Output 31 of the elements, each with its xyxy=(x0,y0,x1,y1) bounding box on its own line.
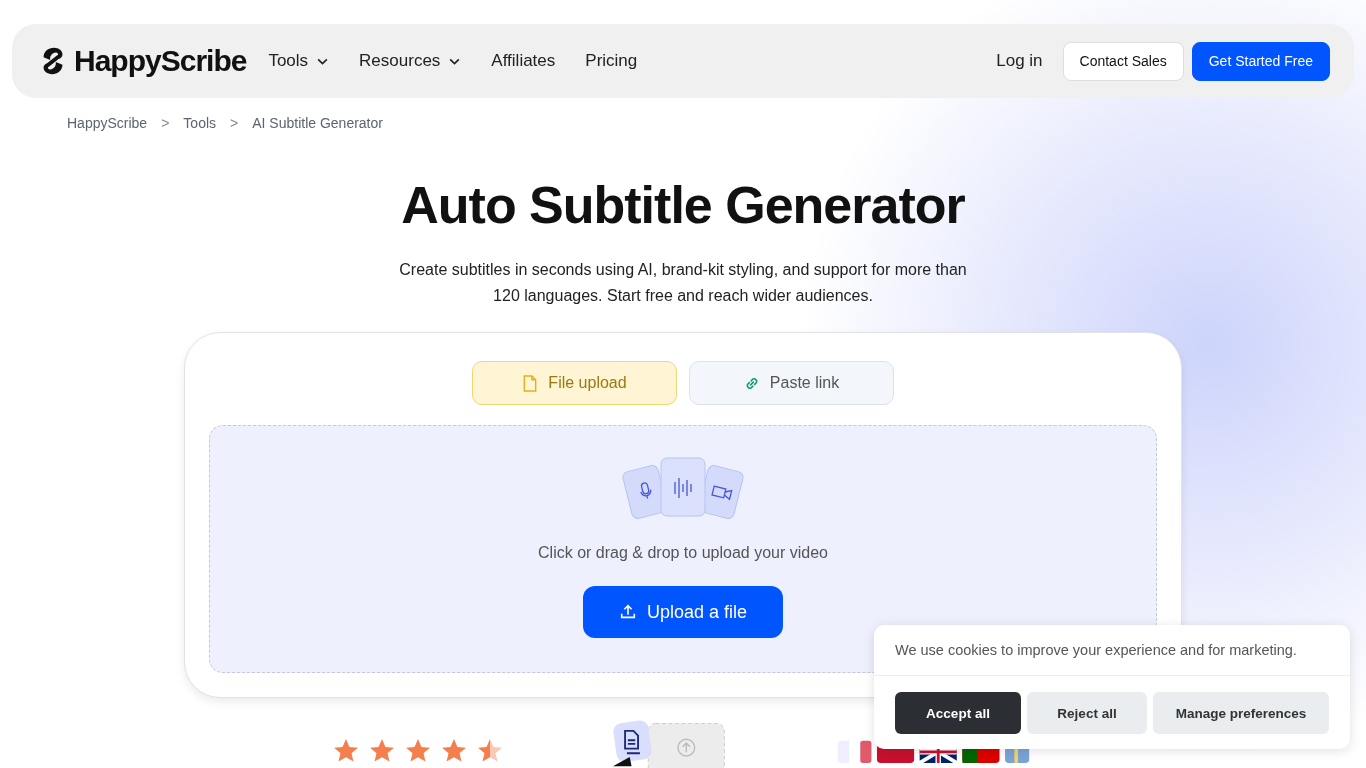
nav-link[interactable]: Affiliates xyxy=(491,51,556,71)
page-subtitle: Create subtitles in seconds using AI, brand-kit styling, and support for more than 120 languages. Start free and reach wider audiences. xyxy=(398,260,968,306)
upload-mode-tab[interactable]: File upload xyxy=(472,361,677,405)
nav-dropdown[interactable]: Resources xyxy=(359,51,462,71)
cookie-message: We use cookies to improve your experience and for marketing. xyxy=(874,625,1350,676)
breadcrumb-link[interactable]: AI Subtitle Generator xyxy=(252,115,383,131)
document-icon xyxy=(522,374,539,392)
breadcrumb-link[interactable]: Tools xyxy=(183,115,217,131)
star-icon xyxy=(441,738,467,764)
dropzone-hint: Click or drag & drop to upload your video xyxy=(538,544,828,562)
star-icon xyxy=(405,738,431,764)
upload-icon xyxy=(618,603,637,621)
breadcrumb-separator: > xyxy=(161,115,170,131)
star-icon xyxy=(369,738,395,764)
login-link[interactable]: Log in xyxy=(996,51,1043,71)
contact-sales-button[interactable]: Contact Sales xyxy=(1062,41,1184,81)
breadcrumb-separator: > xyxy=(230,115,239,131)
nav-link[interactable]: Pricing xyxy=(585,51,638,71)
nav-dropdown[interactable]: Tools xyxy=(268,51,330,71)
cookie-button[interactable]: Reject all xyxy=(1027,692,1147,734)
logo-link[interactable]: HappyScribe xyxy=(36,44,247,78)
cookie-button[interactable]: Manage preferences xyxy=(1153,692,1329,734)
breadcrumb-link[interactable]: HappyScribe xyxy=(67,115,148,131)
get-started-button[interactable]: Get Started Free xyxy=(1191,41,1330,81)
page-title: Auto Subtitle Generator xyxy=(401,175,965,235)
star-icon xyxy=(333,738,359,764)
upload-button[interactable]: Upload a file xyxy=(583,586,783,638)
cookie-button[interactable]: Accept all xyxy=(895,692,1021,734)
media-files-icon xyxy=(621,456,745,520)
upload-mode-tab[interactable]: Paste link xyxy=(689,361,894,405)
star-icon xyxy=(477,738,503,764)
